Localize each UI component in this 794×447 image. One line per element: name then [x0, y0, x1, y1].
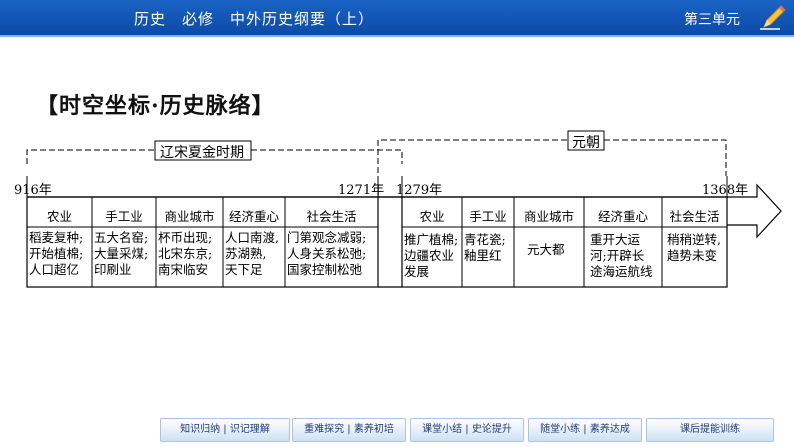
bottom-nav: 知识归纳 | 识记理解 重难探究 | 素养初培 课堂小结 | 史论提升 随堂小练…: [160, 418, 774, 442]
year-label: 1368年: [702, 183, 749, 198]
table-cell: 稻麦复种; 开始植棉; 人口超亿: [29, 230, 84, 277]
table-cell: 人口南渡, 苏湖熟, 天下足: [225, 230, 279, 277]
year-label: 916年: [14, 183, 52, 198]
table-header: 社会生活: [669, 209, 720, 224]
table-header: 社会生活: [306, 209, 357, 224]
nav-button-practice[interactable]: 随堂小练 | 素养达成: [528, 418, 642, 442]
table-header: 农业: [46, 209, 72, 224]
nav-button-summary[interactable]: 课堂小结 | 史论提升: [410, 418, 524, 442]
nav-button-knowledge[interactable]: 知识归纳 | 识记理解: [160, 418, 290, 442]
table-header: 经济重心: [228, 209, 279, 224]
table-cell: 五大名窑; 大量采煤; 印刷业: [94, 230, 149, 277]
period-label-yuan: 元朝: [572, 135, 600, 151]
table-cell: 杯币出现; 北宋东京; 南宋临安: [158, 230, 213, 277]
table-cell: 重开大运 河;开辟长 途海运航线: [590, 232, 653, 279]
table-header: 农业: [419, 209, 445, 224]
year-label: 1279年: [396, 183, 443, 198]
nav-button-explore[interactable]: 重难探究 | 素养初培: [292, 418, 406, 442]
table-header: 手工业: [469, 209, 507, 224]
table-header: 手工业: [105, 209, 143, 224]
period-label-liao-song: 辽宋夏金时期: [160, 145, 244, 161]
table-cell: 推广植棉; 边疆农业 发展: [404, 232, 459, 279]
table-header: 商业城市: [523, 209, 574, 224]
nav-button-training[interactable]: 课后提能训练: [646, 418, 774, 442]
table-cell: 稍稍逆转, 趋势未变: [667, 232, 721, 263]
table-cell: 门第观念减弱; 人身关系松弛; 国家控制松弛: [287, 230, 367, 277]
table-header: 经济重心: [597, 209, 648, 224]
period-bracket-right: [377, 139, 727, 182]
table-cell: 元大都: [527, 242, 565, 257]
table-cell: 青花瓷; 釉里红: [464, 232, 506, 263]
table-header: 商业城市: [164, 209, 215, 224]
year-label: 1271年: [338, 183, 385, 198]
